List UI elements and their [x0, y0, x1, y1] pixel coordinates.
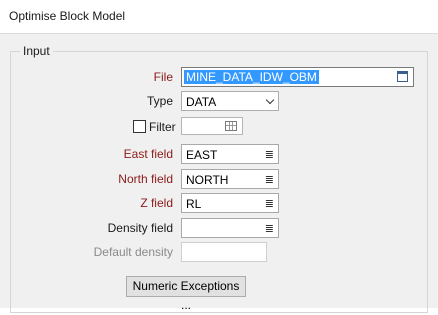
window-title: Optimise Block Model: [9, 9, 126, 23]
file-input[interactable]: MINE_DATA_IDW_OBM: [181, 67, 414, 87]
field-list-icon[interactable]: ≣: [265, 148, 274, 161]
density-field-input[interactable]: ≣: [181, 218, 279, 238]
numeric-exceptions-button[interactable]: Numeric Exceptions ...: [126, 276, 246, 312]
density-field-label: Density field: [107, 221, 173, 235]
table-grid-icon[interactable]: [225, 121, 237, 131]
z-field-label: Z field: [140, 196, 173, 210]
east-field-input[interactable]: EAST ≣: [181, 144, 279, 164]
group-legend: Input: [20, 44, 53, 58]
form-panel: Input File MINE_DATA_IDW_OBM Type DATA F…: [0, 34, 438, 313]
field-list-icon[interactable]: ≣: [265, 197, 274, 210]
north-field-value: NORTH: [186, 173, 229, 187]
filter-input[interactable]: [181, 117, 243, 135]
east-field-label: East field: [123, 147, 173, 161]
default-density-label: Default density: [93, 245, 173, 259]
filter-checkbox[interactable]: [133, 120, 146, 133]
type-value: DATA: [186, 95, 217, 109]
z-field-value: RL: [186, 197, 202, 211]
field-list-icon[interactable]: ≣: [265, 222, 274, 235]
north-field-input[interactable]: NORTH ≣: [181, 169, 279, 189]
filter-label: Filter: [149, 120, 176, 134]
type-label: Type: [146, 94, 173, 108]
default-density-input: [181, 242, 267, 262]
title-bar: Optimise Block Model: [0, 0, 438, 34]
file-value: MINE_DATA_IDW_OBM: [184, 70, 319, 84]
z-field-input[interactable]: RL ≣: [181, 193, 279, 213]
file-browse-icon[interactable]: [397, 71, 408, 82]
field-list-icon[interactable]: ≣: [265, 173, 274, 186]
chevron-down-icon: [265, 95, 275, 105]
east-field-value: EAST: [186, 148, 218, 162]
file-label: File: [153, 70, 173, 84]
north-field-label: North field: [118, 172, 173, 186]
type-select[interactable]: DATA: [181, 91, 279, 111]
